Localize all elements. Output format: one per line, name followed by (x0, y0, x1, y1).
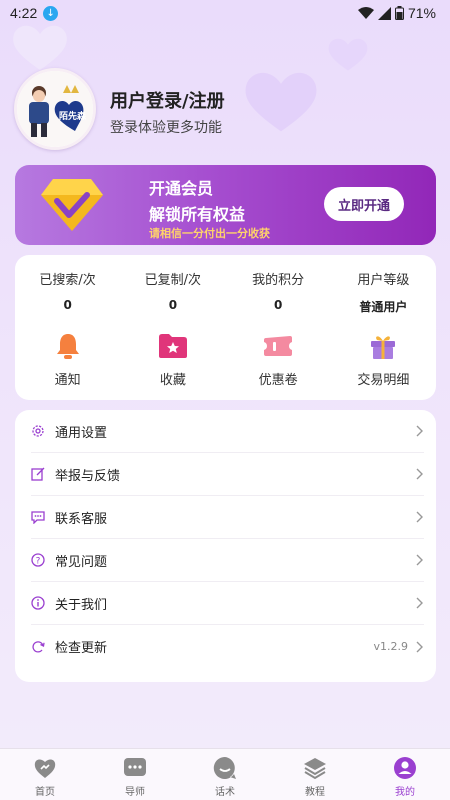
login-title[interactable]: 用户登录/注册 (110, 87, 225, 113)
signal-icon (377, 6, 391, 20)
battery-level: 71% (407, 5, 436, 21)
menu-item-about-us[interactable]: 关于我们 (31, 582, 424, 625)
vip-diamond-icon (41, 179, 103, 231)
menu-label: 联系客服 (55, 511, 108, 527)
tab-mine[interactable]: 我的 (360, 749, 450, 800)
avatar[interactable]: 陌先森 (14, 68, 96, 150)
decor-heart-icon (328, 38, 368, 71)
decor-heart-icon (13, 25, 67, 70)
activate-vip-button[interactable]: 立即开通 (324, 187, 404, 221)
menu-label: 常见问题 (55, 554, 108, 570)
status-indicators: 71% (357, 5, 436, 21)
stat-value: 0 (63, 298, 72, 312)
edit-icon (31, 467, 45, 481)
stat-label: 用户等级 (357, 273, 410, 288)
chevron-right-icon (416, 554, 423, 566)
menu-item-report-feedback[interactable]: 举报与反馈 (31, 453, 424, 496)
gear-icon (31, 424, 45, 438)
menu-label: 通用设置 (55, 425, 108, 441)
avatar-caption: 陌先森 (59, 112, 87, 122)
stat-searches[interactable]: 已搜索/次 0 (15, 269, 120, 315)
stat-points[interactable]: 我的积分 0 (226, 269, 331, 315)
vip-title: 开通会员 (149, 179, 214, 198)
app-version: v1.2.9 (373, 640, 409, 653)
shortcut-label: 优惠卷 (258, 373, 298, 388)
settings-menu: 通用设置 举报与反馈 联系客服 ? 常见问题 关于我们 检查更新 v1.2.9 (15, 410, 436, 682)
wifi-icon (357, 6, 374, 19)
user-icon (394, 757, 416, 779)
stat-label: 我的积分 (252, 273, 305, 288)
menu-label: 检查更新 (55, 641, 108, 656)
tab-label: 教程 (305, 787, 325, 798)
menu-item-contact-support[interactable]: 联系客服 (31, 496, 424, 539)
layers-icon (304, 758, 326, 780)
shortcut-notifications[interactable]: 通知 (15, 331, 120, 388)
stat-label: 已搜索/次 (39, 273, 96, 288)
vip-banner[interactable]: 开通会员 解锁所有权益 请相信一分付出一分收获 立即开通 (15, 165, 436, 245)
bell-icon (56, 334, 79, 359)
tab-label: 首页 (35, 787, 55, 798)
menu-item-check-update[interactable]: 检查更新 v1.2.9 (31, 625, 424, 668)
tab-scripts[interactable]: 话术 (180, 749, 270, 800)
star-folder-icon (158, 334, 187, 358)
menu-label: 举报与反馈 (55, 468, 121, 484)
chat-icon (31, 510, 45, 524)
menu-item-faq[interactable]: ? 常见问题 (31, 539, 424, 582)
tab-tutorials[interactable]: 教程 (270, 749, 360, 800)
bottom-tab-bar: 首页 导师 话术 教程 我的 (0, 748, 450, 800)
shortcut-coupons[interactable]: 优惠卷 (226, 331, 331, 388)
menu-item-general-settings[interactable]: 通用设置 (31, 410, 424, 453)
tab-label: 话术 (215, 787, 235, 798)
chevron-right-icon (416, 641, 423, 652)
stat-label: 已复制/次 (144, 273, 202, 288)
stats-row: 已搜索/次 0 已复制/次 0 我的积分 0 用户等级 普通用户 (15, 269, 436, 315)
message-icon (124, 758, 146, 776)
tab-label: 导师 (125, 787, 145, 798)
chevron-right-icon (416, 597, 423, 609)
stat-value: 普通用户 (359, 300, 408, 314)
chat-bubble-icon (213, 756, 236, 779)
stats-card: 已搜索/次 0 已复制/次 0 我的积分 0 用户等级 普通用户 通知 收藏 优… (15, 255, 436, 400)
shortcut-label: 交易明细 (357, 373, 410, 388)
refresh-icon (31, 640, 45, 654)
shortcut-transactions[interactable]: 交易明细 (331, 331, 436, 388)
svg-text:?: ? (36, 557, 41, 567)
menu-label: 关于我们 (55, 597, 108, 613)
tab-label: 我的 (395, 787, 415, 798)
shortcut-favorites[interactable]: 收藏 (120, 331, 225, 388)
download-icon: ↓ (43, 5, 59, 21)
shortcut-label: 收藏 (159, 373, 186, 388)
profile-header[interactable]: 陌先森 用户登录/注册 登录体验更多功能 (14, 68, 225, 150)
login-subtitle: 登录体验更多功能 (110, 120, 222, 136)
vip-slogan: 请相信一分付出一分收获 (149, 227, 270, 240)
chevron-right-icon (416, 468, 423, 480)
info-icon (31, 596, 45, 610)
stat-level[interactable]: 用户等级 普通用户 (331, 269, 436, 315)
ticket-icon (264, 336, 293, 356)
shortcut-label: 通知 (54, 373, 81, 388)
gift-icon (371, 336, 396, 359)
stat-copies[interactable]: 已复制/次 0 (120, 269, 225, 315)
chevron-right-icon (416, 511, 423, 523)
tab-mentor[interactable]: 导师 (90, 749, 180, 800)
vip-subtitle: 解锁所有权益 (149, 205, 246, 224)
shortcut-row: 通知 收藏 优惠卷 交易明细 (15, 331, 436, 388)
battery-icon (394, 6, 404, 20)
stat-value: 0 (273, 298, 283, 312)
chevron-right-icon (416, 425, 423, 437)
stat-value: 0 (168, 298, 178, 312)
question-icon: ? (31, 553, 45, 567)
status-time: 4:22 (10, 5, 38, 21)
decor-heart-icon (245, 72, 317, 132)
home-heart-icon (34, 759, 56, 778)
tab-home[interactable]: 首页 (0, 749, 90, 800)
